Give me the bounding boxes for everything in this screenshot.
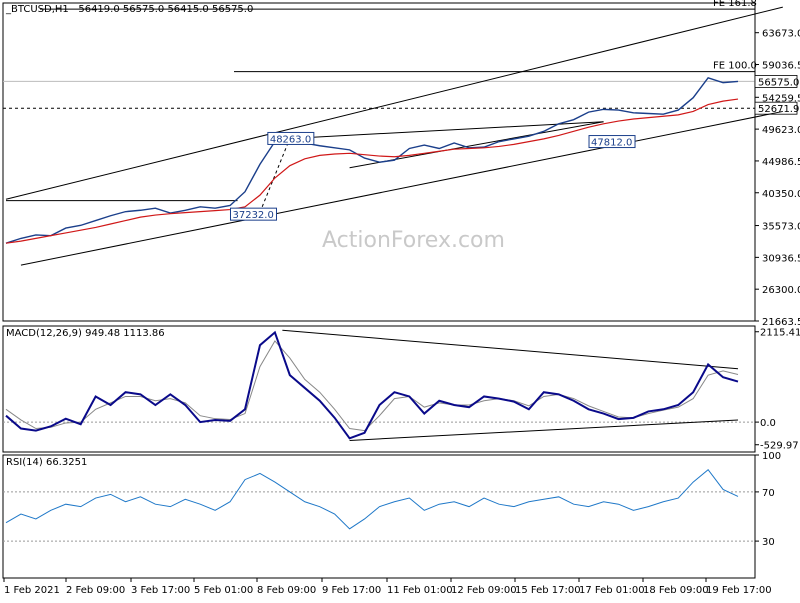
price-y-tick-label: 44986.5 [762, 157, 800, 168]
x-tick-label: 12 Feb 09:00 [451, 585, 517, 596]
annotation-label: 47812.0 [591, 138, 632, 149]
price-y-tick-label: 21663.5 [762, 317, 800, 328]
macd-label: MACD(12,26,9) 949.48 1113.86 [6, 328, 165, 339]
ohlc-low: 56415.0 [167, 4, 209, 15]
support-level-label: 52671.9 [758, 104, 799, 115]
macd-panel-frame [2, 325, 756, 453]
macd-trendline-lower [349, 419, 739, 441]
price-header: _BTCUSD,H1 56419.0 56575.0 56415.0 56575… [6, 4, 253, 15]
rsi-panel-frame [2, 454, 756, 579]
x-tick-label: 11 Feb 01:00 [387, 585, 453, 596]
fe-level-label: FE 100.0 [713, 61, 757, 72]
x-tick-label: 19 Feb 17:00 [706, 585, 772, 596]
price-y-tick-label: 40350.0 [762, 189, 800, 200]
rsi-series [5, 469, 739, 530]
price-y-tick-label: 49623.0 [762, 125, 800, 136]
x-tick-label: 2 Feb 09:00 [66, 585, 125, 596]
ohlc-open: 56419.0 [78, 4, 120, 15]
macd-y-tick-label: 2115.41 [760, 328, 800, 339]
price-series-price [5, 76, 739, 244]
rsi-y-tick-label: 30 [762, 537, 775, 548]
chart-canvas: 63673.059036.554259.549623.044986.540350… [2, 0, 800, 596]
x-tick-label: 17 Feb 01:00 [579, 585, 645, 596]
macd-trendline-upper [282, 329, 739, 370]
rsi-y-tick-label: 100 [762, 451, 781, 462]
ohlc-high: 56575.0 [122, 4, 165, 15]
x-tick-label: 9 Feb 17:00 [322, 585, 381, 596]
x-tick-label: 15 Feb 17:00 [515, 585, 581, 596]
rsi-label: RSI(14) 66.3251 [6, 457, 88, 468]
price-y-tick-label: 35573.0 [762, 222, 800, 233]
x-tick-label: 8 Feb 09:00 [257, 585, 316, 596]
channel-upper-line [5, 6, 783, 200]
price-series-moving_average [5, 98, 739, 244]
annotation-label: 48263.0 [270, 134, 311, 145]
ohlc-close: 56575.0 [211, 4, 254, 15]
x-tick-label: 5 Feb 01:00 [194, 585, 253, 596]
x-tick-label: 18 Feb 09:00 [643, 585, 709, 596]
price-y-tick-label: 63673.0 [762, 29, 800, 40]
macd-y-tick-label: 0.0 [760, 418, 776, 429]
breakout-dashed-line [259, 138, 291, 213]
current-price-label: 56575.0 [758, 77, 799, 88]
x-tick-label: 3 Feb 17:00 [131, 585, 190, 596]
annotation-label: 37232.0 [232, 210, 273, 221]
fe-level-label: FE 161.8 [713, 0, 757, 9]
watermark: ActionForex.com [322, 228, 505, 253]
rsi-y-tick-label: 70 [762, 488, 775, 499]
price-y-tick-label: 26300.0 [762, 285, 800, 296]
price-y-tick-label: 59036.5 [762, 61, 800, 72]
symbol-label: _BTCUSD,H1 [6, 4, 69, 15]
chart-root: 63673.0 59036.5 54259.5 49623.0 44986.5 40350… [0, 0, 800, 600]
x-tick-label: 1 Feb 2021 [4, 585, 60, 596]
price-y-tick-label: 30936.5 [762, 253, 800, 264]
